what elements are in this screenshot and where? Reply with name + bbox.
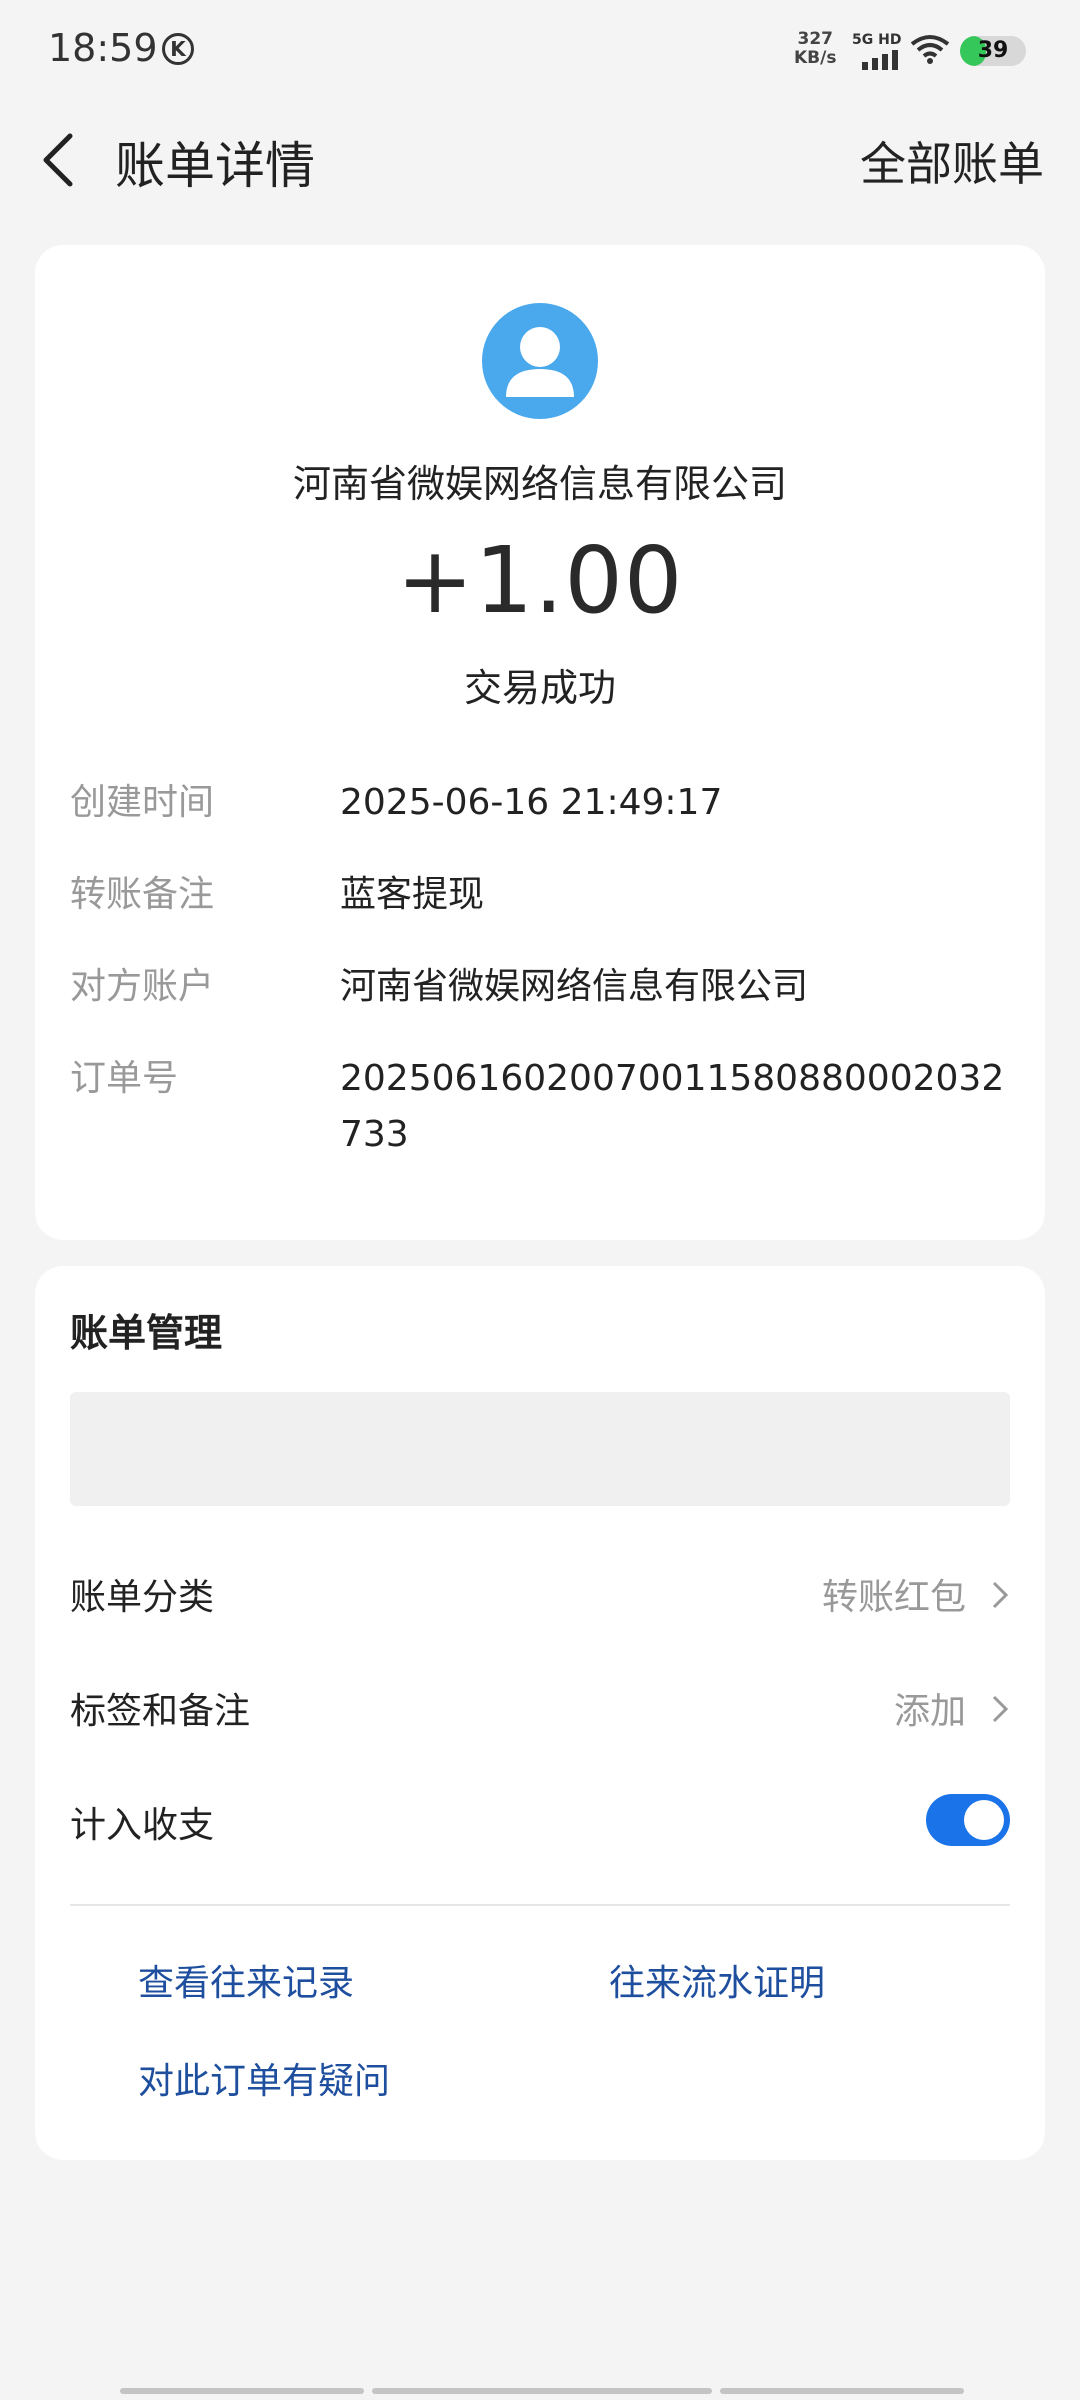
gesture-bar <box>120 2388 964 2394</box>
include-in-stats-row: 计入收支 <box>70 1780 1010 1860</box>
include-in-stats-toggle[interactable] <box>926 1794 1010 1846</box>
detail-value: 河南省微娱网络信息有限公司 <box>340 966 809 1007</box>
avatar <box>482 303 598 419</box>
back-icon[interactable] <box>36 130 86 190</box>
detail-label: 转账备注 <box>70 874 215 915</box>
divider <box>70 1904 1010 1906</box>
status-bar: 18:59 K 327 KB/s 5G HD 39 <box>0 0 1080 100</box>
toggle-knob <box>964 1800 1004 1840</box>
detail-label: 对方账户 <box>70 966 215 1007</box>
transaction-amount: +1.00 <box>396 527 684 634</box>
transaction-status: 交易成功 <box>463 666 616 710</box>
banner-placeholder <box>70 1392 1010 1506</box>
tags-remarks-value: 添加 <box>893 1691 966 1732</box>
transaction-proof-link[interactable]: 往来流水证明 <box>609 1954 825 2006</box>
bill-category-label: 账单分类 <box>70 1577 215 1618</box>
page-title: 账单详情 <box>115 137 315 195</box>
status-time: 18:59 <box>48 26 158 70</box>
network-speed-value: 327 <box>797 29 833 49</box>
bill-management-card: 账单管理 账单分类 转账红包 标签和备注 添加 计入收支 查看往来记录 往来流水… <box>35 1266 1045 2160</box>
k-icon: K <box>162 33 194 65</box>
detail-label: 创建时间 <box>70 782 215 823</box>
chevron-right-icon <box>992 1695 1009 1723</box>
signal-icon <box>862 50 898 70</box>
network-type: 5G HD <box>852 32 902 48</box>
order-question-link[interactable]: 对此订单有疑问 <box>138 2052 390 2104</box>
network-speed: 327 KB/s <box>794 30 836 68</box>
bill-category-row[interactable]: 账单分类 转账红包 <box>70 1552 1010 1632</box>
battery-icon: 39 <box>960 36 1026 66</box>
section-title: 账单管理 <box>70 1311 223 1355</box>
payee-name: 河南省微娱网络信息有限公司 <box>292 462 787 506</box>
include-in-stats-label: 计入收支 <box>70 1805 215 1846</box>
network-speed-unit: KB/s <box>794 48 837 68</box>
view-history-link[interactable]: 查看往来记录 <box>138 1954 354 2006</box>
detail-value: 蓝客提现 <box>340 874 485 915</box>
all-bills-button[interactable]: 全部账单 <box>860 128 1044 194</box>
wifi-icon <box>910 35 950 64</box>
bill-category-value: 转账红包 <box>821 1577 966 1618</box>
tags-remarks-row[interactable]: 标签和备注 添加 <box>70 1666 1010 1746</box>
detail-value[interactable]: 20250616020070011580880002032733 <box>340 1051 1020 1163</box>
transaction-card: 河南省微娱网络信息有限公司 +1.00 交易成功 创建时间 2025-06-16… <box>35 245 1045 1240</box>
app-header: 账单详情 全部账单 <box>0 110 1080 210</box>
battery-level: 39 <box>977 38 1009 63</box>
detail-value: 2025-06-16 21:49:17 <box>340 782 723 823</box>
chevron-right-icon <box>992 1581 1009 1609</box>
tags-remarks-label: 标签和备注 <box>70 1691 251 1732</box>
user-icon <box>506 327 574 397</box>
detail-label: 订单号 <box>70 1058 179 1099</box>
